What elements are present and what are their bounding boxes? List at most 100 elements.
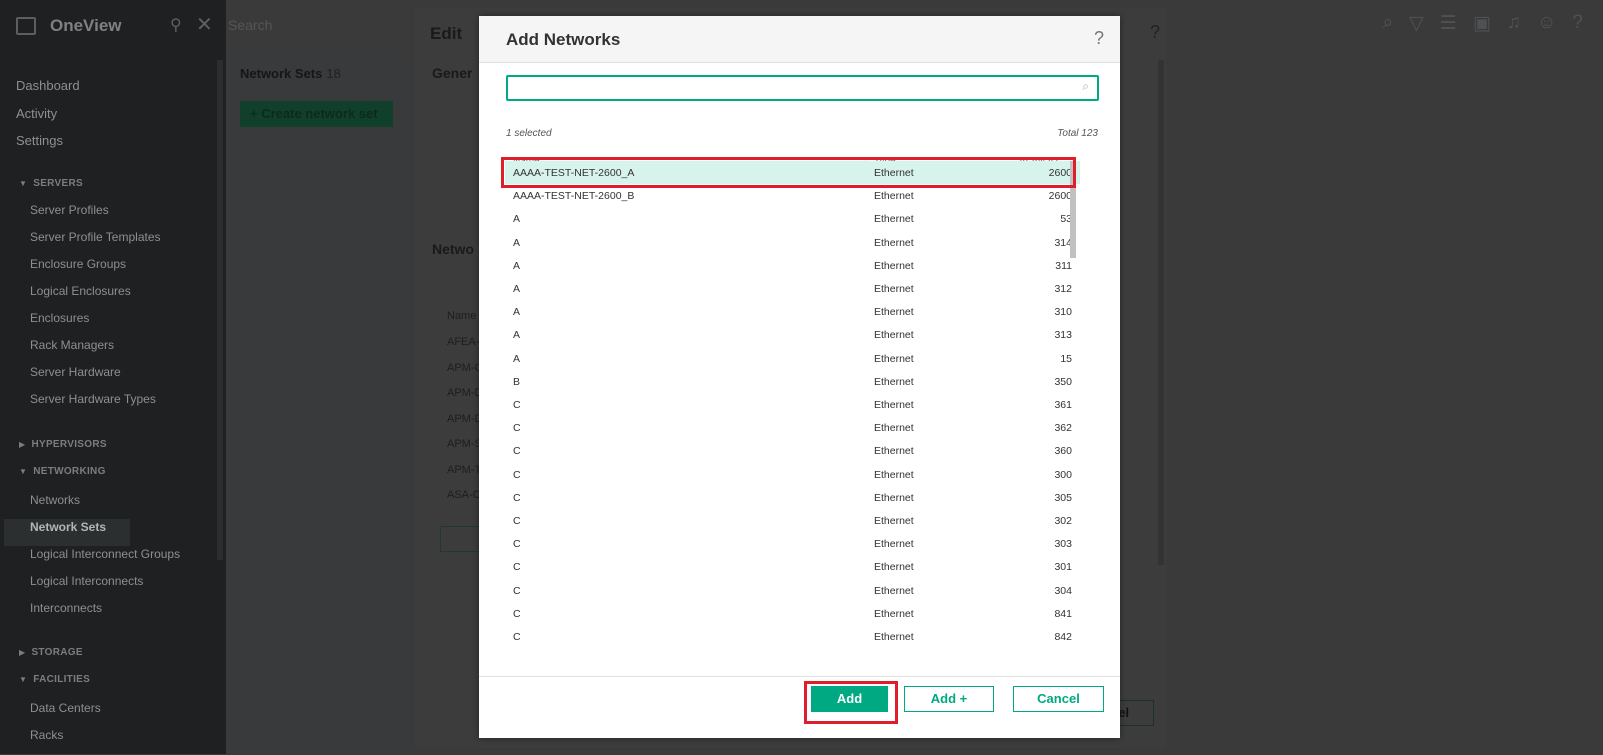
create-network-set-button[interactable]: + Create network set — [240, 101, 393, 127]
sidebar-item-enclosure-groups[interactable]: Enclosure Groups — [30, 256, 161, 283]
global-search-input[interactable]: Search — [228, 17, 272, 33]
sidebar-scrollbar[interactable] — [217, 60, 223, 560]
section-facilities[interactable]: ▼ FACILITIES — [19, 674, 90, 685]
table-row[interactable]: A Ethernet 313 — [505, 323, 1080, 346]
network-name-cell: C — [513, 584, 521, 597]
brand[interactable]: OneView — [16, 14, 122, 38]
networking-group: Networks Network Sets Logical Interconne… — [4, 492, 180, 627]
sidebar-item-data-centers[interactable]: Data Centers — [30, 700, 101, 727]
sidebar-item-settings[interactable]: Settings — [16, 133, 80, 161]
network-name-cell: C — [513, 561, 521, 574]
list-item: APM-D — [447, 387, 483, 399]
edit-network-list: AFEA- APM-C APM-D APM-D APM-S APM-T ASA-… — [447, 336, 482, 515]
sidebar-item-server-profiles[interactable]: Server Profiles — [30, 202, 161, 229]
network-search-field[interactable]: ⌕ — [506, 75, 1099, 101]
network-type-cell: Ethernet — [874, 399, 914, 411]
table-row[interactable]: C Ethernet 301 — [505, 555, 1080, 578]
add-plus-button[interactable]: Add + — [904, 686, 994, 712]
cancel-button[interactable]: Cancel — [1013, 686, 1104, 712]
table-row[interactable]: C Ethernet 300 — [505, 463, 1080, 486]
vlan-id-cell: 841 — [1054, 607, 1072, 620]
section-storage[interactable]: ▶ STORAGE — [19, 647, 83, 658]
network-name-cell: A — [513, 213, 521, 226]
table-row[interactable]: A Ethernet 312 — [505, 277, 1080, 300]
sidebar-item-interconnects[interactable]: Interconnects — [30, 600, 180, 627]
sidebar-item-logical-interconnect-groups[interactable]: Logical Interconnect Groups — [30, 546, 180, 573]
list-item: ASA-C — [447, 489, 481, 501]
list-item: APM-T — [447, 463, 482, 476]
network-type-cell: Ethernet — [874, 283, 914, 295]
sidebar-item-server-profile-templates[interactable]: Server Profile Templates — [30, 229, 161, 256]
table-row[interactable]: C Ethernet 303 — [505, 532, 1080, 555]
sidebar-item-rack-managers[interactable]: Rack Managers — [30, 337, 161, 364]
network-type-cell: Ethernet — [874, 422, 914, 435]
network-type-cell: Ethernet — [874, 631, 914, 643]
edit-scrollbar[interactable] — [1158, 60, 1164, 565]
add-networks-dialog: Add Networks ? ⌕ 1 selected Total 123 Na… — [479, 16, 1120, 738]
table-row[interactable]: A Ethernet 53 — [505, 207, 1080, 230]
network-type-cell: Ethernet — [874, 352, 914, 365]
network-type-cell: Ethernet — [874, 468, 914, 481]
network-name-cell: C — [513, 607, 521, 620]
section-hypervisors[interactable]: ▶ HYPERVISORS — [19, 439, 107, 450]
help-icon[interactable]: ? — [1572, 12, 1583, 35]
dialog-help-icon[interactable]: ? — [1094, 28, 1104, 49]
edit-help-icon[interactable]: ? — [1150, 22, 1160, 43]
section-servers[interactable]: ▼ SERVERS — [19, 178, 83, 189]
network-name-cell: A — [513, 329, 521, 342]
filter-icon[interactable]: ▽ — [1409, 12, 1424, 35]
table-row[interactable]: A Ethernet 15 — [505, 347, 1080, 370]
table-row[interactable]: C Ethernet 842 — [505, 625, 1080, 648]
sidebar-item-server-hardware[interactable]: Server Hardware — [30, 364, 161, 391]
search-icon[interactable]: ⌕ — [1383, 12, 1394, 35]
sidebar-item-enclosures[interactable]: Enclosures — [30, 310, 161, 337]
sidebar-item-server-hardware-types[interactable]: Server Hardware Types — [30, 391, 161, 418]
selected-row-highlight — [501, 157, 1076, 188]
table-row[interactable]: C Ethernet 302 — [505, 509, 1080, 532]
caret-down-icon: ▼ — [19, 179, 28, 188]
user-icon[interactable]: ☺ — [1537, 12, 1556, 35]
app-name: OneView — [50, 16, 122, 35]
notifications-icon[interactable]: ▣ — [1473, 12, 1491, 35]
list-item: AFEA- — [447, 336, 480, 348]
table-row[interactable]: C Ethernet 305 — [505, 486, 1080, 509]
sidebar-item-network-sets[interactable]: Network Sets — [4, 519, 130, 546]
network-name-cell: A — [513, 236, 521, 249]
edit-add-networks-button[interactable] — [440, 526, 482, 552]
sidebar-item-logical-enclosures[interactable]: Logical Enclosures — [30, 283, 161, 310]
network-name-cell: C — [513, 491, 521, 504]
add-button-highlight — [804, 681, 898, 724]
sidebar-item-dashboard[interactable]: Dashboard — [16, 78, 80, 106]
alerts-icon[interactable]: ♫ — [1507, 12, 1521, 35]
network-type-cell: Ethernet — [874, 259, 914, 272]
network-name-cell: C — [513, 631, 521, 643]
tasks-icon[interactable]: ☰ — [1440, 12, 1457, 35]
networks-heading: Netwo — [432, 241, 474, 257]
vlan-id-cell: 313 — [1054, 329, 1072, 342]
table-row[interactable]: A Ethernet 311 — [505, 254, 1080, 277]
sidebar-item-logical-interconnects[interactable]: Logical Interconnects — [30, 573, 180, 600]
sidebar-item-networks[interactable]: Networks — [30, 492, 180, 519]
list-item: APM-D — [447, 412, 483, 425]
table-row[interactable]: B Ethernet 350 — [505, 370, 1080, 393]
sidebar-item-activity[interactable]: Activity — [16, 106, 80, 134]
oneview-logo-icon — [16, 17, 36, 35]
table-row[interactable]: C Ethernet 360 — [505, 439, 1080, 462]
list-item: APM-S — [447, 438, 482, 450]
network-type-cell: Ethernet — [874, 515, 914, 527]
table-row[interactable]: A Ethernet 314 — [505, 231, 1080, 254]
network-name-cell: C — [513, 422, 521, 435]
section-networking[interactable]: ▼ NETWORKING — [19, 466, 106, 477]
table-row[interactable]: C Ethernet 362 — [505, 416, 1080, 439]
vlan-id-cell: 842 — [1054, 631, 1072, 643]
vlan-id-cell: 361 — [1054, 399, 1072, 411]
close-icon[interactable]: ✕ — [196, 12, 213, 37]
network-search-input[interactable] — [514, 77, 1058, 99]
pin-icon[interactable]: ⚲ — [170, 15, 182, 35]
table-row[interactable]: C Ethernet 361 — [505, 393, 1080, 416]
table-row[interactable]: C Ethernet 841 — [505, 602, 1080, 625]
vlan-id-cell: 305 — [1054, 491, 1072, 504]
table-row[interactable]: C Ethernet 304 — [505, 579, 1080, 602]
sidebar-item-racks[interactable]: Racks — [30, 727, 101, 754]
table-row[interactable]: A Ethernet 310 — [505, 300, 1080, 323]
